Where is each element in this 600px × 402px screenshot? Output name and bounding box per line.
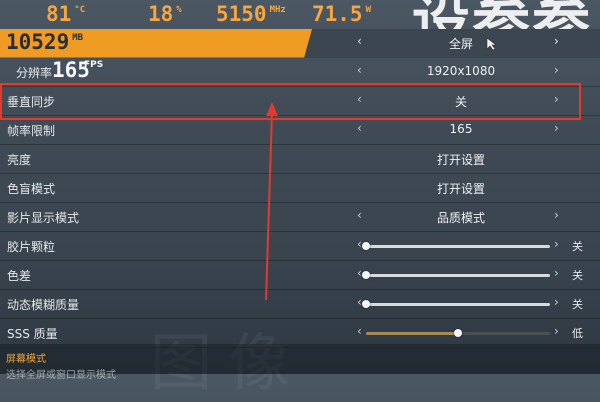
film-grain-value: 关 (572, 240, 583, 253)
setting-row-film-mode[interactable]: 影片显示模式 ‹ 品质模式 › (0, 203, 600, 232)
film-mode-value: 品质模式 (436, 211, 485, 225)
slider-fill (366, 332, 458, 335)
chromatic-label: 色差 (7, 269, 32, 283)
power-stat: 71.5 W (312, 2, 371, 26)
footer-description: 屏幕模式 选择全屏或窗口显示模式 (0, 344, 600, 381)
setting-row-colorblind[interactable]: 色盲模式 打开设置 (0, 174, 600, 203)
chevron-right-icon[interactable]: › (554, 237, 559, 251)
setting-row-frame-limit[interactable]: 帧率限制 ‹ 165 › (0, 116, 600, 145)
motion-blur-slider[interactable] (362, 300, 550, 308)
fps-unit: FPS (84, 60, 104, 70)
setting-row-chromatic[interactable]: 色差 ‹ › 关 (0, 261, 600, 290)
usage-unit: % (176, 5, 182, 15)
slider-knob[interactable] (454, 329, 462, 337)
brightness-open-button[interactable]: 打开设置 (370, 151, 552, 168)
chevron-left-icon[interactable]: ‹ (357, 237, 362, 251)
setting-row-screen-mode[interactable]: 10529 MB ‹ 全屏 › (0, 29, 600, 58)
chevron-left-icon[interactable]: ‹ (357, 266, 362, 280)
frame-limit-value: 165 (449, 122, 473, 136)
colorblind-label: 色盲模式 (7, 182, 56, 196)
chevron-right-icon[interactable]: › (554, 34, 559, 48)
chevron-left-icon[interactable]: ‹ (357, 208, 362, 222)
chevron-left-icon[interactable]: ‹ (357, 295, 362, 309)
sss-value: 低 (572, 327, 583, 340)
colorblind-open-button[interactable]: 打开设置 (370, 180, 552, 197)
temp-value: 81 (46, 2, 72, 26)
setting-row-motion-blur[interactable]: 动态模糊质量 ‹ › 关 (0, 290, 600, 319)
mouse-cursor-icon (486, 37, 497, 51)
clock-stat: 5150 MHz (216, 2, 286, 26)
vram-value: 10529 (6, 30, 70, 54)
sss-slider[interactable] (366, 329, 550, 337)
chevron-right-icon[interactable]: › (554, 295, 559, 309)
frame-limit-label: 帧率限制 (7, 124, 56, 138)
slider-knob[interactable] (362, 271, 370, 279)
film-mode-label: 影片显示模式 (7, 211, 80, 225)
brightness-label: 亮度 (7, 153, 32, 167)
film-grain-label: 胶片颗粒 (7, 240, 56, 254)
setting-row-film-grain[interactable]: 胶片颗粒 ‹ › 关 (0, 232, 600, 261)
vram-stat: 10529 MB (6, 30, 83, 54)
motion-blur-label: 动态模糊质量 (7, 298, 80, 312)
chevron-right-icon[interactable]: › (554, 324, 559, 338)
chromatic-value: 关 (572, 269, 583, 282)
chevron-left-icon[interactable]: ‹ (357, 324, 362, 338)
resolution-label: 分辨率 (16, 66, 53, 80)
chevron-right-icon[interactable]: › (554, 63, 559, 77)
vram-unit: MB (72, 33, 84, 43)
resolution-value: 1920x1080 (426, 64, 496, 78)
power-unit: W (365, 5, 371, 15)
chevron-right-icon[interactable]: › (554, 208, 559, 222)
slider-knob[interactable] (362, 242, 370, 250)
slider-knob[interactable] (362, 300, 370, 308)
performance-overlay: 81 °C 18% 5150 MHz 71.5 W (0, 0, 392, 30)
film-grain-slider[interactable] (362, 242, 550, 250)
usage-stat: 18% (148, 2, 182, 26)
chevron-left-icon[interactable]: ‹ (357, 34, 362, 48)
chevron-right-icon[interactable]: › (554, 266, 559, 280)
temp-unit: °C (74, 5, 86, 15)
footer-title: 屏幕模式 (6, 354, 46, 365)
motion-blur-value: 关 (572, 298, 583, 311)
temp-stat: 81 °C (46, 2, 85, 26)
chevron-right-icon[interactable]: › (554, 121, 559, 135)
sss-label: SSS 质量 (7, 327, 58, 341)
setting-row-brightness[interactable]: 亮度 打开设置 (0, 145, 600, 174)
chromatic-slider[interactable] (362, 271, 550, 279)
usage-value: 18 (148, 2, 174, 26)
chevron-left-icon[interactable]: ‹ (357, 63, 362, 77)
chevron-left-icon[interactable]: ‹ (357, 121, 362, 135)
screen-mode-value: 全屏 (448, 37, 473, 51)
power-value: 71.5 (312, 2, 363, 26)
highlight-box (0, 83, 581, 120)
clock-value: 5150 (216, 2, 267, 26)
clock-unit: MHz (269, 5, 286, 15)
